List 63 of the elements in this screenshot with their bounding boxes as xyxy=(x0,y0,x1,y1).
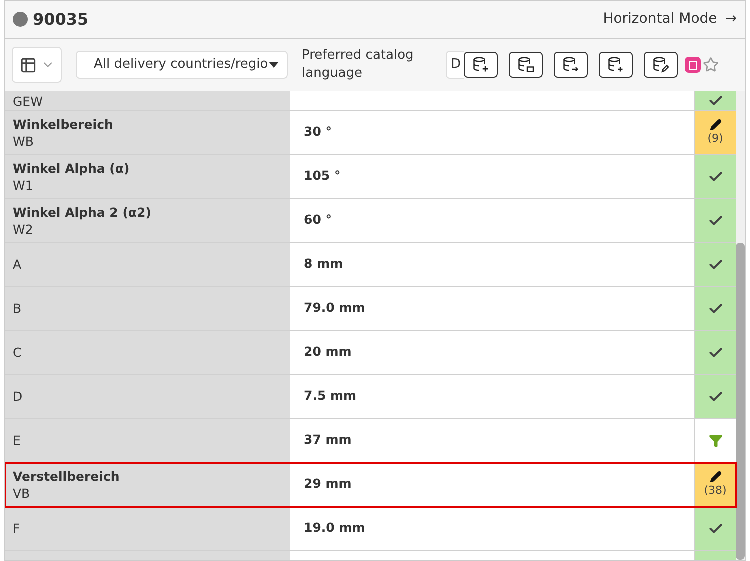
table-row[interactable]: A 8 mm xyxy=(5,243,736,287)
table-row[interactable]: GEW xyxy=(5,91,736,111)
attribute-name: Winkel Alpha (α) xyxy=(13,160,131,176)
attribute-code: D xyxy=(13,388,24,405)
filter-icon xyxy=(708,434,722,448)
attribute-value: 8 mm xyxy=(304,255,344,274)
attribute-value: 79.0 mm xyxy=(304,299,366,318)
database-icon xyxy=(562,56,580,74)
attribute-value: 20 mm xyxy=(304,343,352,362)
database-icon xyxy=(652,56,670,74)
database-icon xyxy=(517,56,535,74)
scrollbar[interactable] xyxy=(736,91,745,560)
database-button[interactable] xyxy=(554,52,588,78)
table-row[interactable]: E 37 mm xyxy=(5,419,736,463)
edit-count: (38) xyxy=(704,482,727,498)
attribute-value: 7.5 mm xyxy=(304,387,357,406)
language-field[interactable]: D xyxy=(446,51,464,79)
attribute-value: 105 ° xyxy=(304,167,341,186)
attribute-value: 19.0 mm xyxy=(304,519,366,538)
pencil-icon xyxy=(710,118,722,130)
table-row[interactable]: F 19.0 mm xyxy=(5,507,736,551)
table-row[interactable]: Winkelbereich WB 30 ° (9) xyxy=(5,111,736,155)
attribute-code: WB xyxy=(13,132,35,150)
star-icon[interactable] xyxy=(703,57,719,73)
tag-icon[interactable] xyxy=(685,57,701,73)
attribute-name: Winkelbereich xyxy=(13,116,114,132)
table-row[interactable]: C 20 mm xyxy=(5,331,736,375)
database-button[interactable] xyxy=(509,52,543,78)
edit-count: (9) xyxy=(708,130,724,146)
arrow-icon: → xyxy=(725,9,737,30)
record-id: 90035 xyxy=(33,8,89,30)
table-row[interactable]: D 7.5 mm xyxy=(5,375,736,419)
country-select[interactable]: All delivery countries/regio xyxy=(76,51,288,79)
attribute-value: 37 mm xyxy=(304,431,352,450)
attribute-code: E xyxy=(13,432,22,449)
database-button[interactable] xyxy=(644,52,678,78)
caret-icon xyxy=(269,62,279,68)
attribute-code: F xyxy=(13,520,22,537)
language-label: Preferred catalog language xyxy=(302,47,415,83)
database-icon xyxy=(607,56,625,74)
table-row[interactable]: Winkel Alpha (α) W1 105 ° xyxy=(5,155,736,199)
attribute-code: W1 xyxy=(13,176,34,194)
horizontal-mode-link[interactable]: Horizontal Mode → xyxy=(603,9,737,30)
database-button[interactable] xyxy=(464,52,498,78)
attribute-value: 30 ° xyxy=(304,123,332,142)
attribute-code: VB xyxy=(13,484,32,502)
attribute-value: 29 mm xyxy=(304,475,352,494)
view-select[interactable] xyxy=(12,47,62,83)
attribute-name: Winkel Alpha 2 (α2) xyxy=(13,204,152,220)
table-row[interactable]: Winkel Alpha 2 (α2) W2 60 ° xyxy=(5,199,736,243)
attribute-name: Verstellbereich xyxy=(13,468,121,484)
attribute-code: GEW xyxy=(13,93,44,110)
table-row[interactable]: Verstellbereich VB 29 mm (38) xyxy=(5,463,736,507)
database-icon xyxy=(472,56,490,74)
attribute-value: 60 ° xyxy=(304,211,332,230)
table-icon xyxy=(20,56,36,74)
pencil-icon xyxy=(710,470,722,482)
attribute-code: A xyxy=(13,256,23,273)
attribute-code: C xyxy=(13,344,23,361)
database-button[interactable] xyxy=(599,52,633,78)
table-row[interactable]: B 79.0 mm xyxy=(5,287,736,331)
attribute-code: B xyxy=(13,300,23,317)
attribute-code: W2 xyxy=(13,220,34,238)
